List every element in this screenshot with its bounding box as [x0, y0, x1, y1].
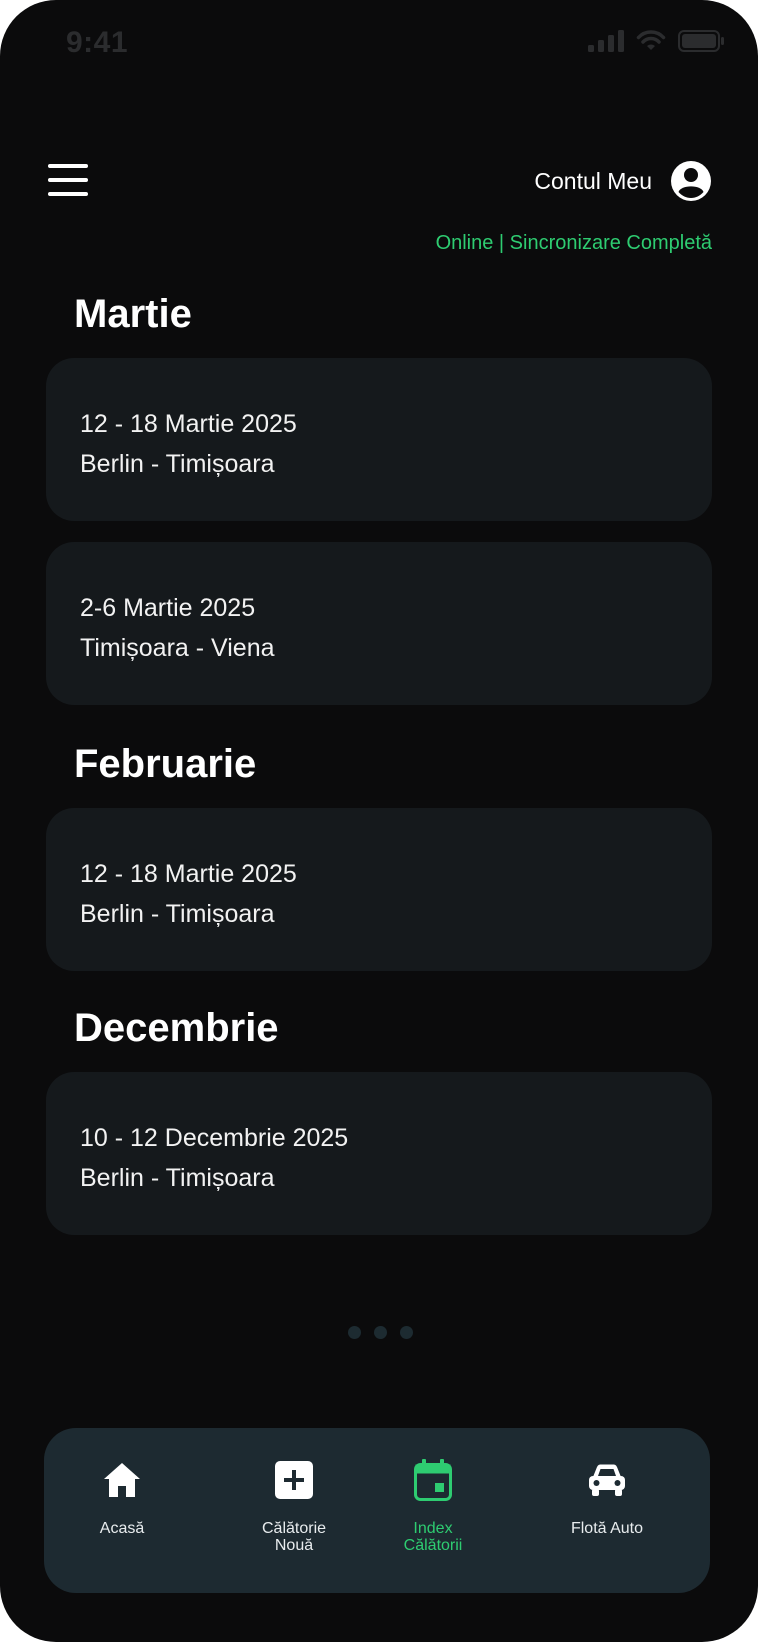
nav-item-trip-index[interactable]: Index Călătorii [358, 1458, 508, 1554]
trip-card[interactable]: 2-6 Martie 2025 Timișoara - Viena [46, 542, 712, 705]
dot [348, 1326, 361, 1339]
dot [374, 1326, 387, 1339]
car-icon [585, 1458, 629, 1502]
sync-status: Online | Sincronizare Completă [435, 232, 712, 254]
trip-card[interactable]: 10 - 12 Decembrie 2025 Berlin - Timișoar… [46, 1072, 712, 1235]
account-button[interactable]: Contul Meu [534, 160, 712, 202]
nav-item-new-trip[interactable]: Călătorie Nouă [219, 1458, 369, 1554]
status-time: 9:41 [66, 26, 129, 59]
signal-icon [588, 30, 624, 52]
trip-card[interactable]: 12 - 18 Martie 2025 Berlin - Timișoara [46, 358, 712, 521]
menu-line [48, 164, 88, 168]
month-heading: Martie [74, 292, 192, 336]
trip-route: Berlin - Timișoara [80, 450, 275, 478]
trip-dates: 12 - 18 Martie 2025 [80, 410, 297, 438]
account-label: Contul Meu [534, 167, 652, 194]
trip-dates: 12 - 18 Martie 2025 [80, 860, 297, 888]
home-icon [100, 1458, 144, 1502]
month-heading: Februarie [74, 742, 257, 786]
bottom-nav: Acasă Călătorie Nouă Index Călătorii Flo… [44, 1428, 710, 1593]
nav-label: Flotă Auto [570, 1520, 644, 1537]
phone-screen: 9:41 Contul Meu Online | Sincronizare Co… [0, 0, 758, 1642]
status-icons [588, 30, 724, 52]
nav-label: Index Călătorii [403, 1520, 463, 1554]
menu-line [48, 178, 88, 182]
nav-label: Călătorie Nouă [261, 1520, 327, 1554]
user-circle-icon [671, 161, 711, 201]
loading-dots [348, 1326, 413, 1339]
nav-label: Acasă [99, 1520, 145, 1537]
battery-icon [678, 30, 724, 52]
plus-square-icon [272, 1458, 316, 1502]
nav-item-fleet[interactable]: Flotă Auto [532, 1458, 682, 1537]
trip-route: Berlin - Timișoara [80, 900, 275, 928]
hamburger-menu-icon[interactable] [48, 164, 88, 196]
trip-route: Timișoara - Viena [80, 634, 275, 662]
wifi-icon [636, 30, 666, 50]
trip-card[interactable]: 12 - 18 Martie 2025 Berlin - Timișoara [46, 808, 712, 971]
menu-line [48, 192, 88, 196]
trip-dates: 10 - 12 Decembrie 2025 [80, 1124, 349, 1152]
nav-item-home[interactable]: Acasă [47, 1458, 197, 1537]
dot [400, 1326, 413, 1339]
calendar-icon [411, 1458, 455, 1502]
trip-route: Berlin - Timișoara [80, 1164, 275, 1192]
month-heading: Decembrie [74, 1006, 279, 1050]
trip-dates: 2-6 Martie 2025 [80, 594, 256, 622]
